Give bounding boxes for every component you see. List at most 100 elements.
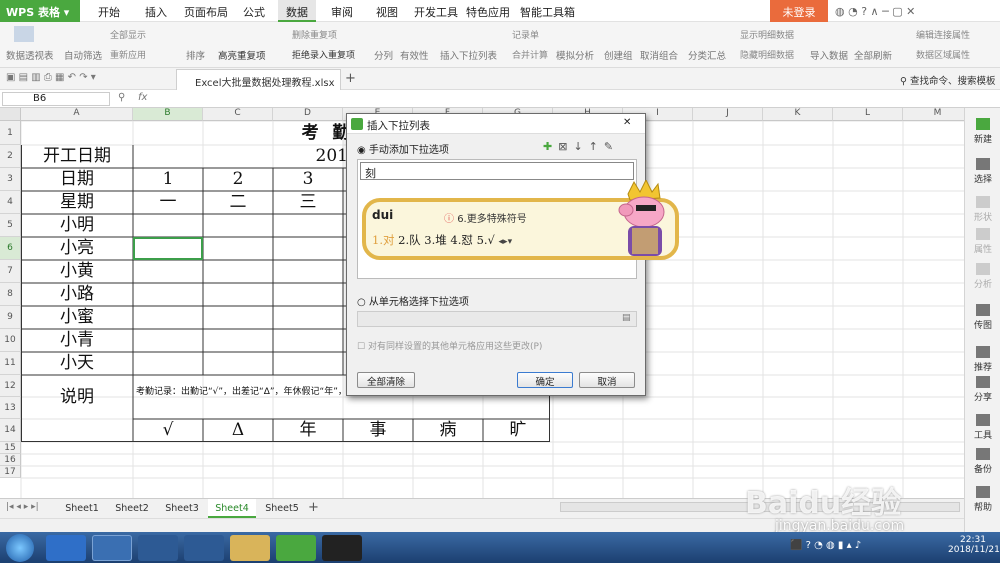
employee-name[interactable]: 小明 — [21, 214, 133, 237]
ime-candidate-5[interactable]: 5.√ — [477, 233, 495, 247]
right-panel-item[interactable]: 形状 — [965, 196, 1000, 223]
row-header[interactable]: 6 — [0, 237, 21, 260]
simulate-analysis-button[interactable]: 模拟分析 — [556, 48, 594, 62]
add-sheet-button[interactable]: + — [308, 500, 319, 515]
refresh-all-button[interactable]: 全部刷新 — [854, 48, 892, 62]
delete-duplicates-button[interactable]: 删除重复项 — [292, 28, 337, 41]
reject-duplicates-button[interactable]: 拒绝录入重复项 — [292, 48, 355, 61]
menu-smart-tools[interactable]: 智能工具箱 — [520, 4, 575, 20]
edit-icon[interactable]: ✎ — [604, 140, 619, 153]
date-label[interactable]: 日期 — [21, 168, 133, 191]
sort-button[interactable]: 排序 — [186, 48, 205, 62]
hide-detail-button[interactable]: 隐藏明细数据 — [740, 48, 794, 61]
fx-label[interactable]: fx — [138, 92, 147, 103]
tab-nav-arrows[interactable]: |◂ ◂ ▸ ▸| — [6, 502, 39, 512]
employee-name[interactable]: 小青 — [21, 329, 133, 352]
ime-candidate-3[interactable]: 3.堆 — [424, 233, 446, 247]
column-header-d[interactable]: D — [273, 108, 343, 121]
reapply-button[interactable]: 重新应用 — [110, 48, 146, 61]
right-panel-item[interactable]: 属性 — [965, 228, 1000, 255]
row-header[interactable]: 12 — [0, 375, 21, 397]
move-up-icon[interactable]: ↑ — [589, 140, 604, 153]
day-cell[interactable]: 1 — [133, 168, 203, 191]
column-header-l[interactable]: L — [833, 108, 903, 121]
employee-name[interactable]: 小蜜 — [21, 306, 133, 329]
new-tab-button[interactable]: + — [345, 71, 356, 86]
right-panel-item[interactable]: 选择 — [965, 158, 1000, 185]
validity-button[interactable]: 有效性 — [400, 48, 429, 62]
range-input[interactable]: ▤ — [357, 311, 637, 327]
right-panel-item[interactable]: 分享 — [965, 376, 1000, 403]
taskbar-k-icon[interactable] — [184, 535, 224, 561]
start-date-label[interactable]: 开工日期 — [21, 145, 133, 168]
area-props-button[interactable]: 数据区域属性 — [916, 48, 970, 61]
app-menu-button[interactable]: WPS 表格 ▾ — [0, 0, 80, 22]
menu-review[interactable]: 审阅 — [331, 4, 353, 20]
weekday-cell[interactable]: 三 — [273, 191, 343, 214]
quick-access-icons[interactable]: ▣ ▤ ▥ ⎙ ▦ ↶ ↷ ▾ — [6, 72, 96, 83]
taskbar-app-icon[interactable] — [138, 535, 178, 561]
tray-icons[interactable]: ⬛ ? ◔ ◍ ▮ ▴ ♪ — [790, 540, 861, 551]
ime-candidates[interactable]: 1.对 2.队 3.堆 4.怼 5.√ ◂▸▾ — [372, 232, 512, 248]
start-button[interactable] — [6, 534, 34, 562]
employee-name[interactable]: 小黄 — [21, 260, 133, 283]
move-down-icon[interactable]: ↓ — [573, 140, 588, 153]
menu-page-layout[interactable]: 页面布局 — [184, 4, 228, 20]
row-header[interactable]: 1 — [0, 121, 21, 145]
sheet-tab[interactable]: Sheet2 — [108, 499, 156, 518]
weekday-label[interactable]: 星期 — [21, 191, 133, 214]
menu-data[interactable]: 数据 — [278, 0, 316, 22]
symbol-cell[interactable]: 事 — [343, 419, 413, 442]
selected-cell[interactable] — [133, 237, 203, 260]
create-group-button[interactable]: 创建组 — [604, 48, 633, 62]
row-header[interactable]: 7 — [0, 260, 21, 283]
record-sheet-button[interactable]: 记录单 — [512, 28, 539, 41]
taskbar-folder-icon[interactable] — [230, 535, 270, 561]
split-column-button[interactable]: 分列 — [374, 48, 393, 62]
row-header[interactable]: 8 — [0, 283, 21, 306]
column-header-c[interactable]: C — [203, 108, 273, 121]
zoom-icon[interactable]: ⚲ — [118, 92, 125, 103]
subtotal-button[interactable]: 分类汇总 — [688, 48, 726, 62]
sheet-tab[interactable]: Sheet1 — [58, 499, 106, 518]
sheet-tab[interactable]: Sheet5 — [258, 499, 306, 518]
day-cell[interactable]: 3 — [273, 168, 343, 191]
menu-home[interactable]: 开始 — [98, 4, 120, 20]
document-tab[interactable]: Excel大批量数据处理教程.xlsx * — [176, 69, 341, 100]
column-header-a[interactable]: A — [21, 108, 133, 121]
weekday-cell[interactable]: 一 — [133, 191, 203, 214]
employee-name[interactable]: 小路 — [21, 283, 133, 306]
ok-button[interactable]: 确定 — [517, 372, 573, 388]
symbol-cell[interactable]: 病 — [413, 419, 483, 442]
from-cells-option-radio[interactable]: ○ 从单元格选择下拉选项 — [357, 293, 469, 308]
employee-name[interactable]: 小天 — [21, 352, 133, 375]
range-picker-icon[interactable]: ▤ — [622, 313, 631, 323]
menu-view[interactable]: 视图 — [376, 4, 398, 20]
right-panel-item[interactable]: 分析 — [965, 263, 1000, 290]
manual-option-radio[interactable]: ◉ 手动添加下拉选项 — [357, 141, 449, 156]
right-panel-item[interactable]: 新建 — [965, 118, 1000, 145]
taskbar-chrome-icon[interactable] — [92, 535, 132, 561]
symbol-cell[interactable]: 年 — [273, 419, 343, 442]
ime-page-arrows-icon[interactable]: ◂▸▾ — [499, 237, 513, 247]
row-header[interactable]: 5 — [0, 214, 21, 237]
import-data-button[interactable]: 导入数据 — [810, 48, 848, 62]
list-edit-toolbar[interactable]: ✚⊠↓↑✎ — [543, 140, 619, 153]
menu-special[interactable]: 特色应用 — [466, 4, 510, 20]
row-header[interactable]: 2 — [0, 145, 21, 168]
weekday-cell[interactable]: 二 — [203, 191, 273, 214]
column-header-j[interactable]: J — [693, 108, 763, 121]
taskbar-ie-icon[interactable] — [46, 535, 86, 561]
autofilter-button[interactable]: 自动筛选 — [64, 48, 102, 62]
pivot-table-button[interactable]: 数据透视表 — [6, 48, 54, 62]
row-header[interactable]: 14 — [0, 419, 21, 442]
symbol-cell[interactable]: Δ — [203, 419, 273, 442]
column-header-m[interactable]: M — [903, 108, 964, 121]
sheet-tab[interactable]: Sheet4 — [208, 499, 256, 518]
insert-dropdown-button[interactable]: 插入下拉列表 — [440, 48, 497, 62]
delete-item-icon[interactable]: ⊠ — [558, 140, 573, 153]
sheet-tab[interactable]: Sheet3 — [158, 499, 206, 518]
add-item-icon[interactable]: ✚ — [543, 140, 558, 153]
ime-candidate-1[interactable]: 1.对 — [372, 233, 394, 247]
right-panel-item[interactable]: 推荐 — [965, 346, 1000, 373]
